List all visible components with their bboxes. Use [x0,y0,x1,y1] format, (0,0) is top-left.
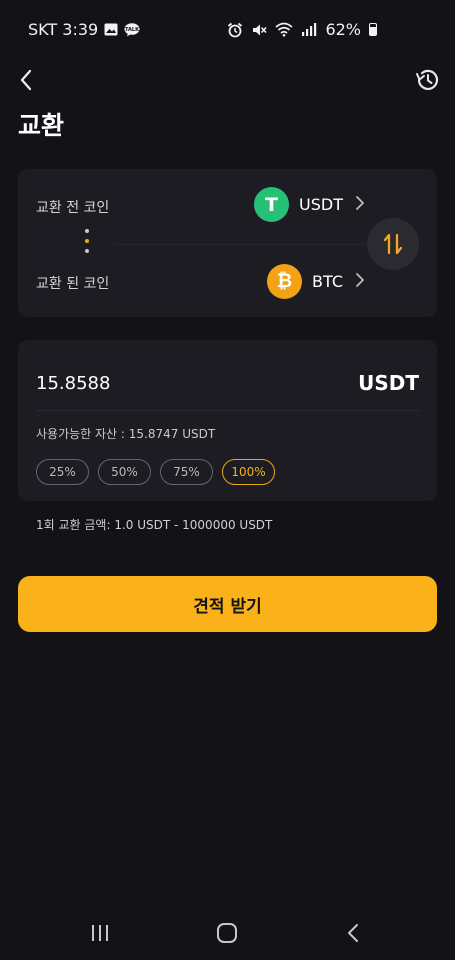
status-left: SKT 3:39 TALK [28,20,140,39]
usdt-coin-icon: T [254,187,290,222]
to-coin-name: BTC [312,272,343,291]
connector-dots [84,229,90,257]
system-back-button[interactable] [339,919,367,947]
status-right: 62% [227,20,377,39]
to-coin-label: 교환 된 코인 [36,276,110,292]
battery-icon [369,23,377,36]
chevron-right-icon [355,195,365,215]
amount-divider [36,410,419,411]
top-nav [0,64,455,98]
status-bar: SKT 3:39 TALK 62% [0,0,455,60]
chat-notification-icon: TALK [124,22,140,37]
percent-25-button[interactable]: 25% [36,459,89,485]
page-title: 교환 [18,111,65,140]
swap-card: 교환 전 코인 T USDT 교환 된 코인 ₿ BTC [18,169,437,317]
swap-arrows-icon [383,233,403,255]
gallery-icon [104,23,118,36]
system-nav-bar [0,905,455,960]
back-button[interactable] [14,66,42,94]
from-coin-label: 교환 전 코인 [36,200,110,216]
chevron-right-icon [355,272,365,292]
swap-divider [114,244,368,245]
carrier-time: SKT 3:39 [28,20,99,39]
amount-input[interactable]: 15.8588 [36,373,110,394]
from-coin-selector[interactable]: T USDT [254,187,365,222]
available-balance: 사용가능한 자산 : 15.8747 USDT [36,427,216,441]
from-coin-name: USDT [299,195,343,214]
wifi-icon [275,22,294,37]
get-quote-button[interactable]: 견적 받기 [18,576,437,632]
amount-unit: USDT [358,371,419,395]
svg-text:TALK: TALK [125,27,140,33]
to-coin-selector[interactable]: ₿ BTC [267,264,365,299]
signal-icon [301,22,317,37]
percent-options: 25% 50% 75% 100% [36,459,275,485]
percent-100-button[interactable]: 100% [222,459,275,485]
recent-apps-icon [92,925,108,941]
home-icon [217,923,237,943]
swap-direction-button[interactable] [367,218,419,270]
history-icon [416,69,439,90]
history-button[interactable] [413,66,441,94]
btc-coin-icon: ₿ [267,264,303,299]
recent-apps-button[interactable] [86,919,114,947]
home-button[interactable] [213,919,241,947]
alarm-icon [227,22,243,38]
mute-icon [251,22,268,38]
back-icon [348,924,358,942]
percent-75-button[interactable]: 75% [160,459,213,485]
amount-card: 15.8588 USDT 사용가능한 자산 : 15.8747 USDT 25%… [18,340,437,501]
percent-50-button[interactable]: 50% [98,459,151,485]
exchange-range-note: 1회 교환 금액: 1.0 USDT - 1000000 USDT [36,518,273,532]
chevron-left-icon [20,69,32,91]
battery-percent: 62% [325,20,361,39]
